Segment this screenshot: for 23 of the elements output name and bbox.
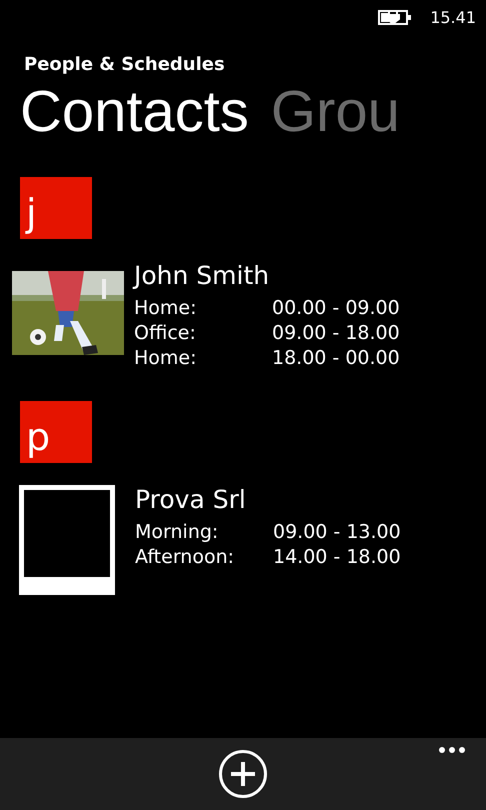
- more-icon: [438, 746, 466, 754]
- schedule-label: Afternoon:: [135, 544, 236, 570]
- schedule-time: 09.00 - 13.00: [273, 520, 401, 545]
- schedule-label: Home:: [134, 296, 198, 321]
- schedule-time: 14.00 - 18.00: [273, 544, 401, 570]
- schedule-time: 09.00 - 18.00: [272, 320, 400, 346]
- schedule-time: 18.00 - 00.00: [272, 346, 400, 371]
- group-letter-tile[interactable]: j: [20, 176, 92, 239]
- schedule-label: Office:: [134, 320, 197, 346]
- add-icon: [218, 749, 268, 799]
- schedule-label: Morning:: [135, 520, 220, 545]
- more-button[interactable]: [438, 746, 466, 754]
- contact-name[interactable]: John Smith: [134, 260, 270, 290]
- status-time: 15.41: [430, 8, 476, 26]
- pivot-tab[interactable]: Grou: [270, 77, 400, 147]
- pivot-tab[interactable]: Contacts: [20, 77, 249, 147]
- add-button[interactable]: [218, 749, 268, 799]
- group-letter-tile[interactable]: p: [20, 400, 92, 463]
- schedule-label: Home:: [134, 346, 198, 371]
- app-title: People & Schedules: [24, 54, 225, 75]
- schedule-time: 00.00 - 09.00: [272, 296, 400, 321]
- contact-name[interactable]: Prova Srl: [135, 484, 246, 514]
- battery-charging-icon: [378, 8, 412, 26]
